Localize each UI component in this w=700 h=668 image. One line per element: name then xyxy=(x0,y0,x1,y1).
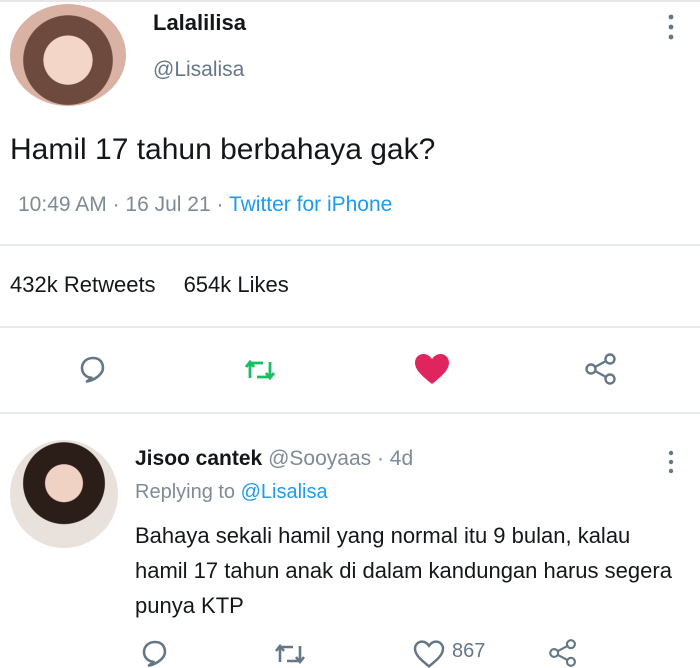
heart-icon xyxy=(415,354,449,384)
reply-author-handle[interactable]: @Sooyaas xyxy=(268,447,371,470)
reply-icon xyxy=(80,356,105,383)
reply-text: Bahaya sekali hamil yang normal itu 9 bu… xyxy=(135,523,672,618)
heart-icon xyxy=(413,640,445,668)
author-avatar[interactable] xyxy=(10,4,126,106)
retweet-icon xyxy=(274,643,306,665)
share-button[interactable] xyxy=(584,352,618,386)
divider xyxy=(0,244,700,246)
top-border xyxy=(0,0,700,2)
reply-retweet-button[interactable] xyxy=(273,640,307,668)
like-count-link[interactable]: 654k Likes xyxy=(184,272,289,297)
reply-like-button[interactable] xyxy=(413,640,445,668)
share-icon xyxy=(549,639,576,667)
replying-to-label: Replying to xyxy=(135,481,236,503)
like-count: 654k xyxy=(183,272,232,297)
meta-separator: · xyxy=(376,447,390,470)
reply-reply-button[interactable] xyxy=(140,638,170,668)
retweet-button[interactable] xyxy=(243,356,277,384)
retweet-icon xyxy=(244,359,276,381)
replying-to-handle[interactable]: @Lisalisa xyxy=(241,481,328,503)
tweet-date[interactable]: 16 Jul 21 xyxy=(125,193,210,216)
reply-author-avatar[interactable] xyxy=(10,440,118,548)
retweet-count: 432k xyxy=(10,272,58,297)
author-handle[interactable]: @Lisalisa xyxy=(153,58,244,82)
retweet-count-link[interactable]: 432k Retweets xyxy=(10,272,156,297)
reply-share-button[interactable] xyxy=(548,638,578,668)
reply-author-name[interactable]: Jisoo cantek xyxy=(135,447,262,470)
tweet-text: Hamil 17 tahun berbahaya gak? xyxy=(10,133,436,166)
more-vertical-icon[interactable] xyxy=(664,448,678,481)
tweet-meta: 10:49 AM · 16 Jul 21 · Twitter for iPhon… xyxy=(18,193,392,217)
divider xyxy=(0,412,700,414)
reply-age[interactable]: 4d xyxy=(390,447,413,470)
tweet-stats: 432k Retweets 654k Likes xyxy=(10,272,289,298)
share-icon xyxy=(585,353,616,385)
reply-icon xyxy=(142,640,167,667)
like-label: Likes xyxy=(237,272,289,297)
reply-header: Jisoo cantek @Sooyaas · 4d xyxy=(135,447,413,471)
reply-button[interactable] xyxy=(78,354,108,384)
tweet-time: 10:49 AM xyxy=(18,193,107,216)
more-vertical-icon[interactable] xyxy=(664,12,678,47)
retweet-label: Retweets xyxy=(63,272,156,297)
meta-separator: · xyxy=(112,193,126,216)
reply-like-count: 867 xyxy=(452,640,486,662)
divider xyxy=(0,326,700,328)
meta-separator: · xyxy=(216,193,229,216)
tweet-source[interactable]: Twitter for iPhone xyxy=(229,193,392,216)
author-name[interactable]: Lalalilisa xyxy=(153,10,246,36)
like-button[interactable] xyxy=(413,352,451,386)
replying-to: Replying to @Lisalisa xyxy=(135,481,328,504)
